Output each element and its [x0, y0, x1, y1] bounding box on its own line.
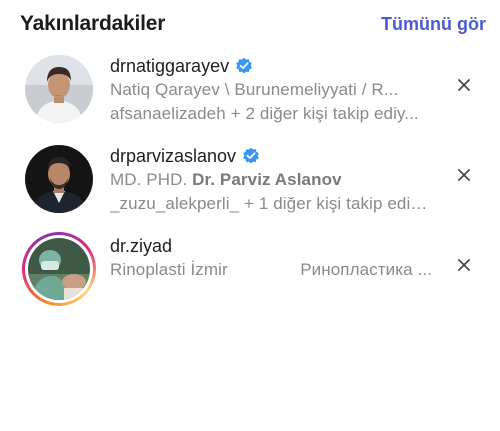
section-title: Yakınlardakiler — [20, 12, 166, 35]
see-all-link[interactable]: Tümünü gör — [381, 14, 486, 35]
username[interactable]: drnatiggarayev — [110, 56, 229, 77]
verified-badge-icon — [242, 147, 260, 165]
suggestion-row[interactable]: drnatiggarayev Natiq Qarayev \ Burunemel… — [0, 48, 500, 138]
avatar[interactable] — [22, 52, 96, 126]
close-icon[interactable] — [454, 255, 474, 275]
profile-photo-icon — [28, 238, 90, 300]
bio-text: MD. PHD. Dr. Parviz Aslanov — [110, 170, 342, 189]
close-icon[interactable] — [454, 165, 474, 185]
bio-text: Rinoplasti İzmir Ринопластика ... — [110, 260, 432, 279]
suggestion-info: drparvizaslanov MD. PHD. Dr. Parviz Asla… — [110, 144, 440, 216]
followed-by-text: afsanaelizadeh + 2 diğer kişi takip ediy… — [110, 104, 419, 123]
bio-bold-text: Dr. Parviz Aslanov — [192, 170, 342, 189]
suggestions-header: Yakınlardakiler Tümünü gör — [20, 8, 486, 40]
avatar[interactable] — [22, 142, 96, 216]
suggestion-row[interactable]: drparvizaslanov MD. PHD. Dr. Parviz Asla… — [0, 138, 500, 228]
username[interactable]: dr.ziyad — [110, 236, 172, 257]
username[interactable]: drparvizaslanov — [110, 146, 236, 167]
bio-text: Natiq Qarayev \ Burunemeliyyati / R... — [110, 80, 399, 99]
close-icon[interactable] — [454, 75, 474, 95]
profile-photo-icon — [25, 145, 93, 213]
suggestions-list: drnatiggarayev Natiq Qarayev \ Burunemel… — [0, 48, 500, 318]
followed-by-text: _zuzu_alekperli_ + 1 diğer kişi takip ed… — [110, 194, 432, 213]
suggestion-info: drnatiggarayev Natiq Qarayev \ Burunemel… — [110, 54, 440, 126]
profile-photo-icon — [25, 55, 93, 123]
avatar-story-ring[interactable] — [22, 232, 96, 306]
suggestion-info: dr.ziyad Rinoplasti İzmir Ринопластика .… — [110, 234, 440, 282]
suggestion-row[interactable]: dr.ziyad Rinoplasti İzmir Ринопластика .… — [0, 228, 500, 318]
verified-badge-icon — [235, 57, 253, 75]
